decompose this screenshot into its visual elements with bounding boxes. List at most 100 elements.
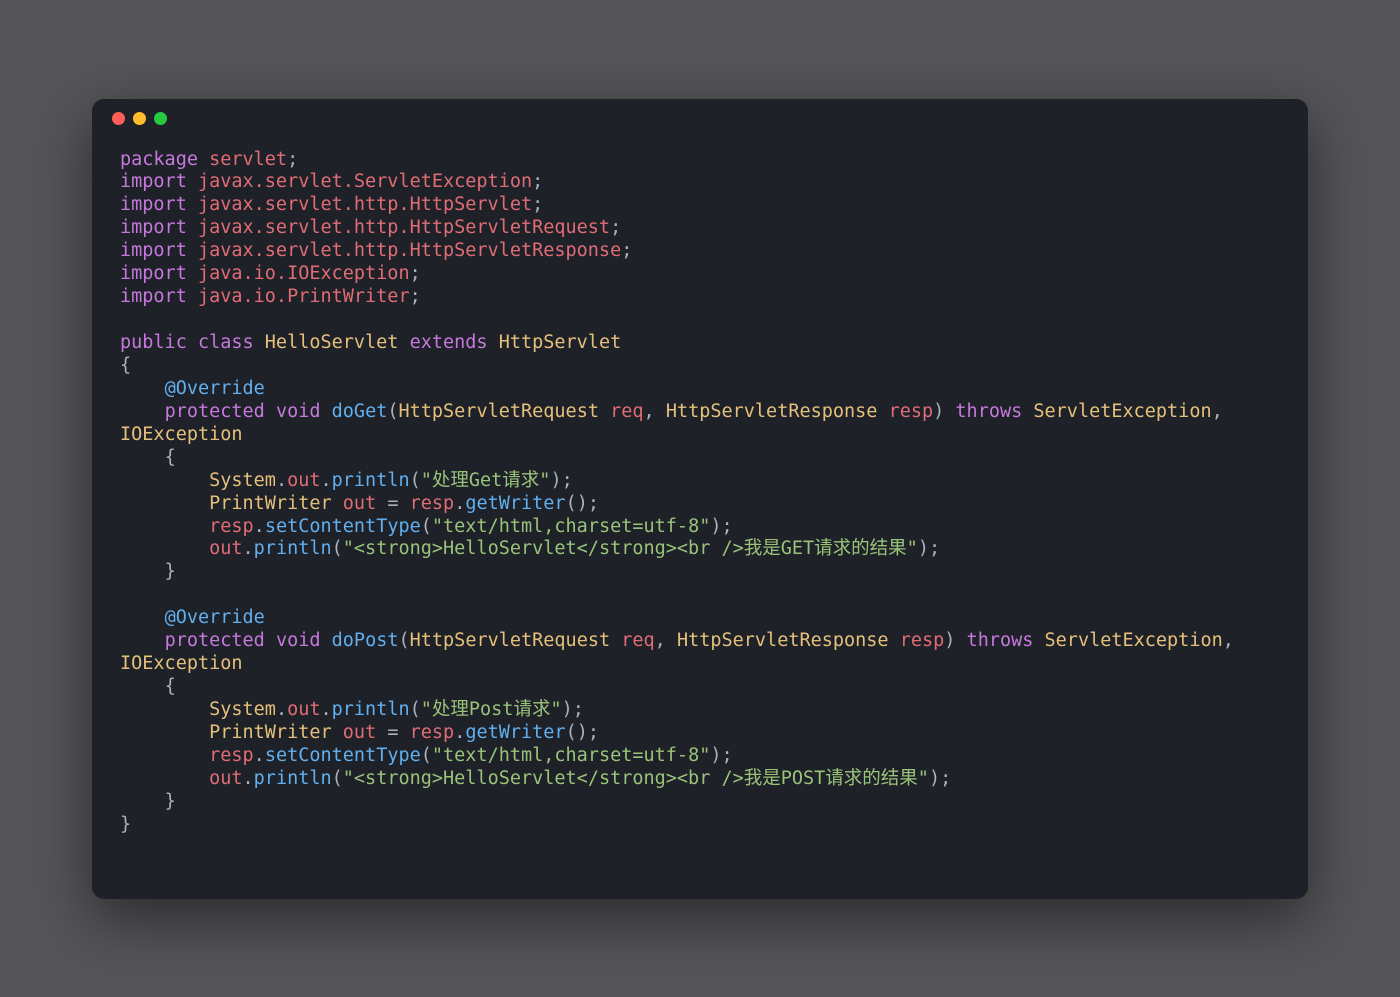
brace: { xyxy=(120,355,131,376)
var-type: PrintWriter xyxy=(209,722,332,743)
superclass-name: HttpServlet xyxy=(488,332,622,353)
indent xyxy=(120,470,209,491)
punctuation: ; xyxy=(621,240,632,261)
import-path: javax.servlet.http.HttpServletResponse xyxy=(187,240,621,261)
method-call: println xyxy=(332,470,410,491)
param-name: req xyxy=(599,401,644,422)
paren: ( xyxy=(387,401,398,422)
indent xyxy=(120,378,165,399)
indent xyxy=(120,447,165,468)
param-name: resp xyxy=(889,630,945,651)
keyword: protected xyxy=(165,401,265,422)
indent xyxy=(120,699,209,720)
package-name: servlet xyxy=(198,149,287,170)
method-call: setContentType xyxy=(265,745,421,766)
exception-type: ServletException xyxy=(1022,401,1211,422)
paren: (); xyxy=(566,493,599,514)
maximize-icon[interactable] xyxy=(154,112,167,125)
string-literal: "<strong>HelloServlet</strong><br />我是PO… xyxy=(343,768,929,789)
dot: . xyxy=(254,745,265,766)
indent xyxy=(120,768,209,789)
code-editor[interactable]: package servlet; import javax.servlet.Se… xyxy=(92,139,1308,865)
dot: . xyxy=(254,516,265,537)
close-icon[interactable] xyxy=(112,112,125,125)
punctuation: ; xyxy=(410,263,421,284)
field: out xyxy=(287,470,320,491)
indent xyxy=(120,538,209,559)
import-path: java.io.PrintWriter xyxy=(187,286,410,307)
param-type: HttpServletResponse xyxy=(677,630,889,651)
comma: , xyxy=(1223,630,1234,651)
equals: = xyxy=(376,493,409,514)
paren: (); xyxy=(566,722,599,743)
brace: } xyxy=(165,791,176,812)
method-name: doGet xyxy=(321,401,388,422)
object-ref: out xyxy=(209,538,242,559)
keyword: import xyxy=(120,263,187,284)
punctuation: ; xyxy=(610,217,621,238)
indent xyxy=(120,493,209,514)
keyword: extends xyxy=(398,332,487,353)
class-ref: System xyxy=(209,470,276,491)
comma: , xyxy=(1212,401,1223,422)
method-call: println xyxy=(254,768,332,789)
keyword: void xyxy=(265,630,321,651)
class-ref: System xyxy=(209,699,276,720)
punctuation: ; xyxy=(410,286,421,307)
paren: ); xyxy=(918,538,940,559)
paren: ( xyxy=(421,516,432,537)
var-type: PrintWriter xyxy=(209,493,332,514)
method-call: setContentType xyxy=(265,516,421,537)
comma: , xyxy=(655,630,677,651)
method-call: println xyxy=(254,538,332,559)
keyword: import xyxy=(120,194,187,215)
dot: . xyxy=(454,493,465,514)
keyword: public xyxy=(120,332,187,353)
keyword: protected xyxy=(165,630,265,651)
indent xyxy=(120,607,165,628)
brace: { xyxy=(165,447,176,468)
indent xyxy=(120,745,209,766)
paren: ) xyxy=(944,630,966,651)
paren: ); xyxy=(562,699,584,720)
exception-type: ServletException xyxy=(1033,630,1222,651)
paren: ( xyxy=(332,768,343,789)
import-path: javax.servlet.ServletException xyxy=(187,171,532,192)
editor-window: package servlet; import javax.servlet.Se… xyxy=(92,99,1308,899)
import-path: javax.servlet.http.HttpServletRequest xyxy=(187,217,610,238)
annotation: @Override xyxy=(165,607,265,628)
indent xyxy=(120,791,165,812)
exception-type: IOException xyxy=(120,424,243,445)
brace: { xyxy=(165,676,176,697)
paren: ( xyxy=(421,745,432,766)
paren: ) xyxy=(933,401,955,422)
paren: ( xyxy=(410,470,421,491)
keyword: import xyxy=(120,286,187,307)
method-call: getWriter xyxy=(465,722,565,743)
indent xyxy=(120,561,165,582)
paren: ( xyxy=(332,538,343,559)
indent xyxy=(120,401,165,422)
method-name: doPost xyxy=(321,630,399,651)
var-name: out xyxy=(332,493,377,514)
param-type: HttpServletResponse xyxy=(666,401,878,422)
minimize-icon[interactable] xyxy=(133,112,146,125)
brace: } xyxy=(120,814,131,835)
object-ref: out xyxy=(209,768,242,789)
keyword: class xyxy=(187,332,254,353)
dot: . xyxy=(321,699,332,720)
dot: . xyxy=(243,768,254,789)
object-ref: resp xyxy=(410,722,455,743)
class-name: HelloServlet xyxy=(254,332,399,353)
brace: } xyxy=(165,561,176,582)
keyword: void xyxy=(265,401,321,422)
dot: . xyxy=(243,538,254,559)
indent xyxy=(120,630,165,651)
param-type: HttpServletRequest xyxy=(410,630,610,651)
method-call: println xyxy=(332,699,410,720)
paren: ( xyxy=(410,699,421,720)
comma: , xyxy=(644,401,666,422)
string-literal: "<strong>HelloServlet</strong><br />我是GE… xyxy=(343,538,918,559)
dot: . xyxy=(276,699,287,720)
method-call: getWriter xyxy=(465,493,565,514)
